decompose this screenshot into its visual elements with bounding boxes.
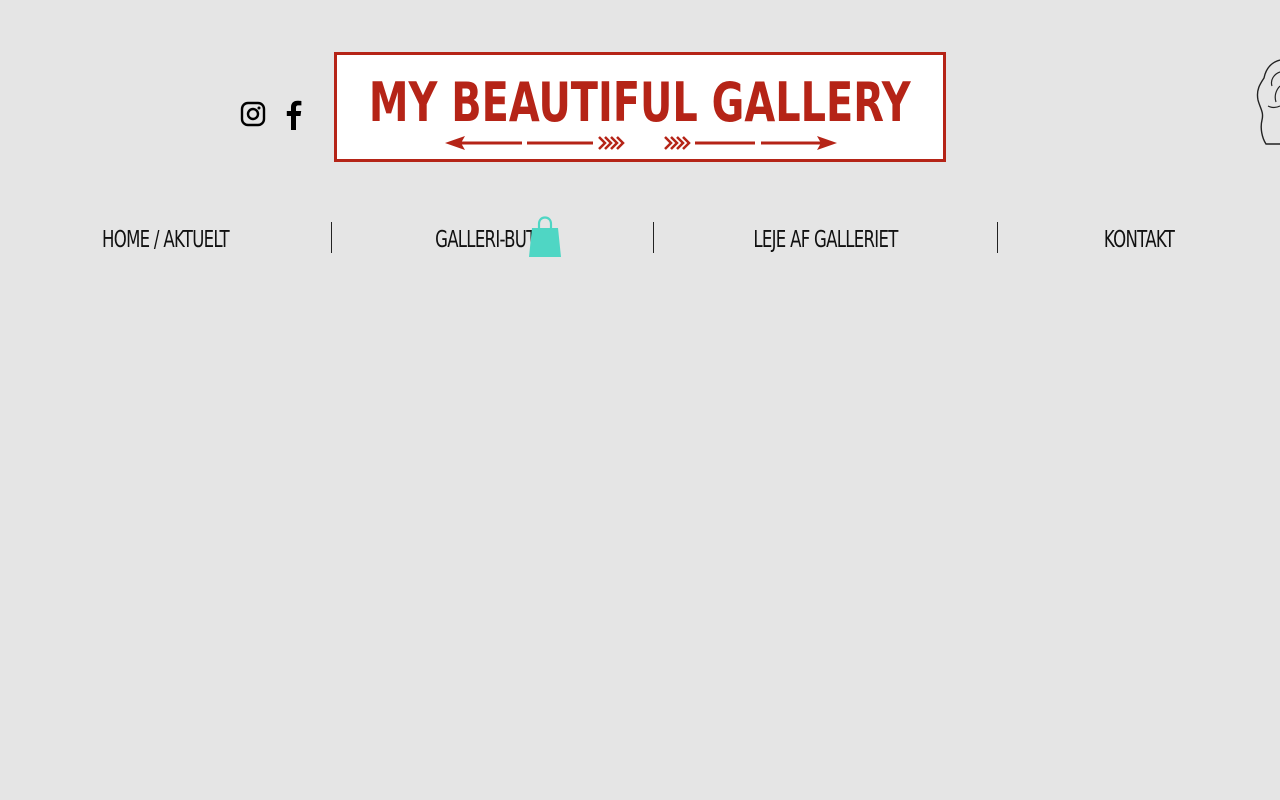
nav-divider	[653, 222, 654, 253]
cart-button[interactable]	[528, 216, 562, 258]
nav-galleri-butik[interactable]: GALLERI-BUTIK	[377, 216, 608, 264]
nav-divider	[331, 222, 332, 253]
shopping-bag-icon	[529, 216, 561, 257]
main-nav: HOME / AKTUELT GALLERI-BUTIK LEJE AF GAL…	[0, 216, 1280, 264]
instagram-icon[interactable]	[240, 98, 268, 130]
arrow-left-icon	[445, 136, 625, 150]
arrow-right-icon	[664, 136, 837, 150]
site-logo[interactable]: MY BEAUTIFUL GALLERY	[334, 52, 946, 162]
page: MY BEAUTIFUL GALLERY HOME / AKTUELT GALL…	[0, 0, 1280, 800]
nav-divider	[997, 222, 998, 253]
social-links	[240, 98, 308, 130]
logo-text: MY BEAUTIFUL GALLERY	[369, 71, 911, 134]
nav-kontakt[interactable]: KONTAKT	[1037, 216, 1240, 264]
nav-home[interactable]: HOME / AKTUELT	[46, 216, 284, 264]
nav-leje-af-galleriet[interactable]: LEJE AF GALLERIET	[702, 216, 949, 264]
hand-drawing-icon	[1252, 56, 1280, 148]
facebook-icon[interactable]	[280, 98, 308, 130]
